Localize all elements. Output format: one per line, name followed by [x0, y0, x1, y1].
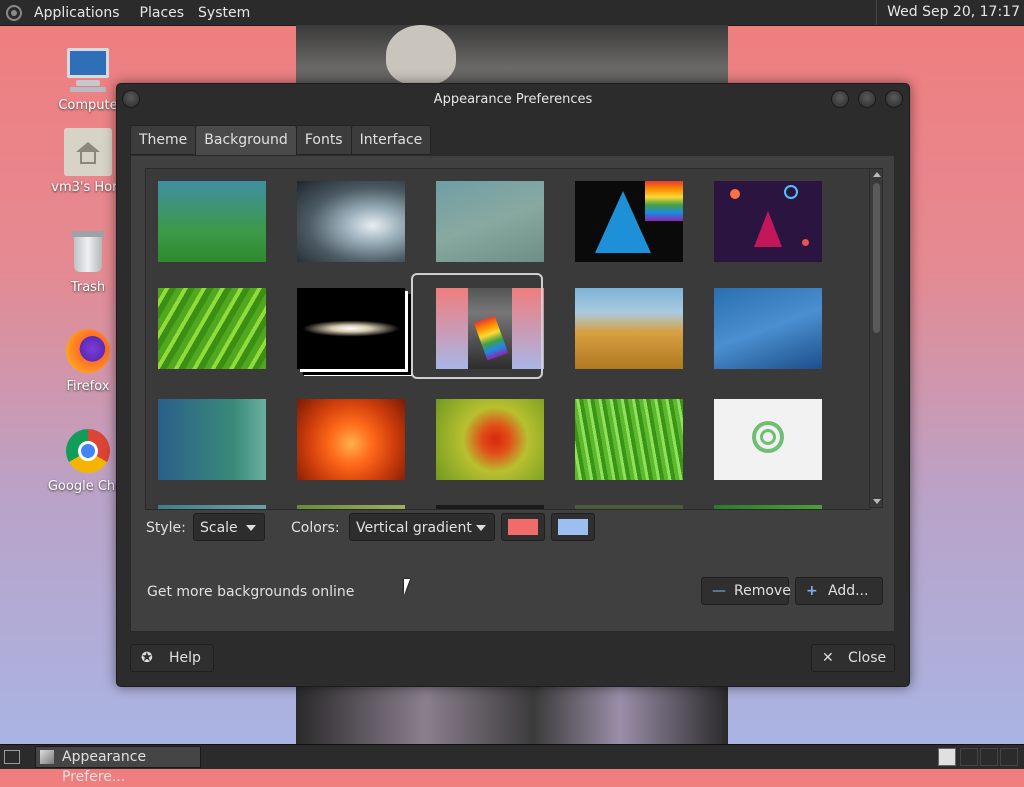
- remove-label: Remove: [734, 583, 791, 599]
- more-backgrounds-link[interactable]: Get more backgrounds online: [147, 584, 354, 600]
- selection-frame: [411, 273, 543, 379]
- wallpaper-thumbnail[interactable]: [297, 288, 405, 369]
- close-icon: ✕: [822, 650, 834, 666]
- scrollbar-thumb[interactable]: [873, 183, 880, 333]
- tab-theme[interactable]: Theme: [130, 125, 197, 155]
- style-value: Scale: [200, 520, 238, 536]
- firefox-icon: [64, 327, 112, 375]
- chevron-down-icon: [476, 525, 486, 531]
- style-label: Style:: [146, 520, 186, 536]
- tab-bar: Theme Background Fonts Interface: [130, 125, 432, 158]
- wallpaper-thumbnail[interactable]: [714, 181, 822, 262]
- add-label: Add...: [828, 583, 869, 599]
- workspace-1[interactable]: [938, 748, 956, 766]
- places-menu[interactable]: Places: [140, 5, 185, 21]
- scroll-up-arrow-icon[interactable]: [873, 172, 881, 177]
- wallpaper-detail: [386, 25, 456, 85]
- top-panel: Applications Places System Wed Sep 20, 1…: [0, 0, 1024, 26]
- tab-interface[interactable]: Interface: [350, 125, 432, 155]
- system-menu[interactable]: System: [198, 5, 250, 21]
- wallpaper-thumbnail[interactable]: [436, 399, 544, 480]
- show-desktop-icon[interactable]: [4, 750, 20, 764]
- close-button[interactable]: ✕ Close: [811, 644, 895, 672]
- wallpaper-thumbnail[interactable]: [297, 181, 405, 262]
- grid-scrollbar[interactable]: [869, 168, 883, 508]
- remove-button[interactable]: — Remove: [701, 577, 791, 605]
- primary-color-button[interactable]: [501, 513, 545, 541]
- wallpaper-thumbnail[interactable]: [158, 288, 266, 369]
- minus-icon: —: [712, 583, 726, 599]
- workspace-3[interactable]: [980, 748, 998, 766]
- wallpaper-thumbnail[interactable]: [158, 399, 266, 480]
- wallpaper-thumbnail[interactable]: [297, 399, 405, 480]
- clock[interactable]: Wed Sep 20, 17:17: [876, 0, 1024, 25]
- colors-dropdown[interactable]: Vertical gradient: [349, 513, 495, 541]
- add-button[interactable]: + Add...: [795, 577, 883, 605]
- wallpaper-thumbnail[interactable]: [158, 181, 266, 262]
- taskbar-item-appearance[interactable]: Appearance Prefere...: [35, 746, 201, 785]
- titlebar[interactable]: Appearance Preferences: [117, 84, 909, 116]
- distro-logo-icon[interactable]: [6, 4, 22, 21]
- tab-background[interactable]: Background: [195, 125, 297, 158]
- wallpaper-thumbnail[interactable]: [575, 288, 683, 369]
- plus-icon: +: [806, 583, 818, 599]
- appearance-preferences-window: Appearance Preferences Theme Background …: [116, 83, 910, 687]
- minimize-button[interactable]: [831, 90, 849, 108]
- help-icon: ✪: [141, 650, 153, 666]
- wallpaper-grid[interactable]: [145, 168, 871, 510]
- help-label: Help: [169, 650, 201, 666]
- trash-icon: [64, 228, 112, 276]
- chevron-down-icon: [246, 525, 256, 531]
- taskbar: Appearance Prefere...: [0, 744, 1024, 785]
- wallpaper-thumbnail[interactable]: [575, 505, 683, 509]
- style-dropdown[interactable]: Scale: [193, 513, 265, 541]
- wallpaper-thumbnail[interactable]: [436, 181, 544, 262]
- wallpaper-detail: [296, 685, 728, 745]
- wallpaper-thumbnail[interactable]: [297, 505, 405, 509]
- colors-label: Colors:: [291, 520, 340, 536]
- window-title: Appearance Preferences: [433, 92, 593, 107]
- wallpaper-thumbnail[interactable]: [714, 505, 822, 509]
- background-tab-panel: Style: Scale Colors: Vertical gradient G…: [130, 155, 895, 632]
- colors-value: Vertical gradient: [356, 520, 472, 536]
- computer-icon: [64, 46, 112, 94]
- close-label: Close: [848, 650, 887, 666]
- secondary-color-button[interactable]: [551, 513, 595, 541]
- wallpaper-thumbnail[interactable]: [714, 288, 822, 369]
- appearance-app-icon: [40, 750, 54, 764]
- wallpaper-thumbnail[interactable]: [575, 181, 683, 262]
- help-button[interactable]: ✪ Help: [130, 644, 214, 672]
- workspace-2[interactable]: [960, 748, 978, 766]
- mouse-cursor-icon: [404, 579, 416, 595]
- chrome-icon: [64, 427, 112, 475]
- workspace-4[interactable]: [1000, 748, 1018, 766]
- wallpaper-thumbnail[interactable]: [158, 505, 266, 509]
- wallpaper-thumbnail[interactable]: [575, 399, 683, 480]
- tab-fonts[interactable]: Fonts: [295, 125, 352, 155]
- home-folder-icon: [64, 128, 112, 176]
- taskbar-item-label: Appearance Prefere...: [62, 749, 147, 785]
- primary-color-swatch: [508, 519, 538, 535]
- wallpaper-thumbnail[interactable]: [436, 505, 544, 509]
- close-window-button[interactable]: [885, 90, 903, 108]
- maximize-button[interactable]: [858, 90, 876, 108]
- wallpaper-thumbnail[interactable]: [714, 399, 822, 480]
- secondary-color-swatch: [558, 519, 588, 535]
- applications-menu[interactable]: Applications: [34, 5, 120, 21]
- scroll-down-arrow-icon[interactable]: [873, 499, 881, 504]
